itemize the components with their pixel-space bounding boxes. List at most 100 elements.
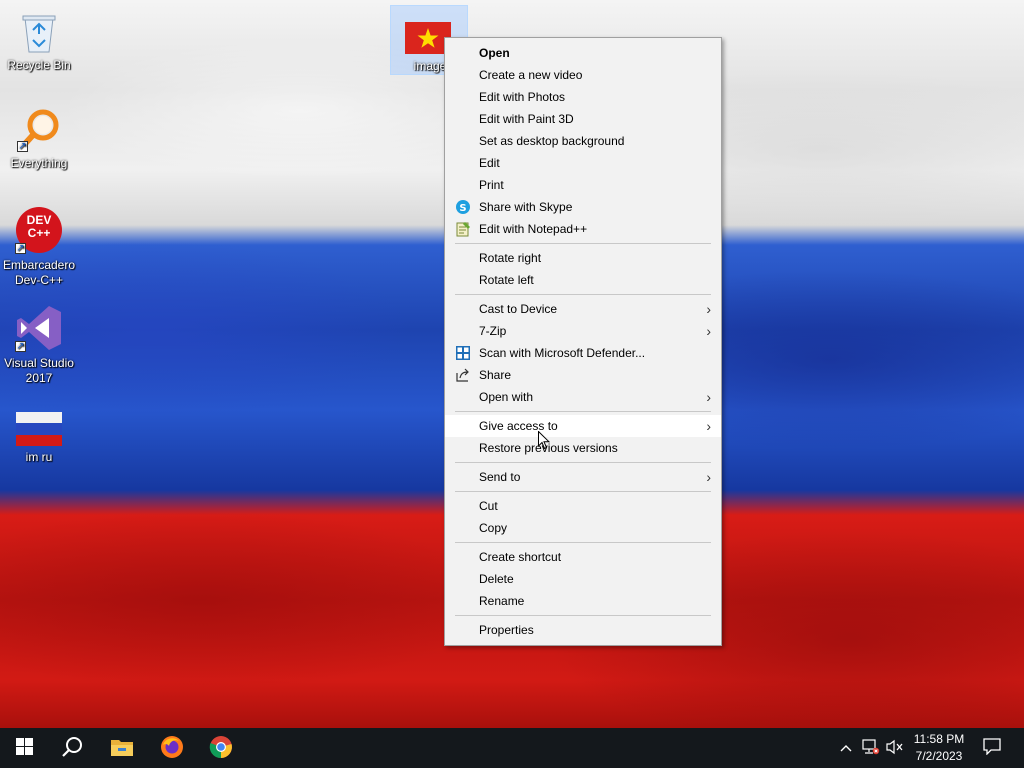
menu-item-rename[interactable]: Rename bbox=[445, 590, 721, 612]
menu-item-share[interactable]: Share bbox=[445, 364, 721, 386]
desktop-icon-label: Visual Studio 2017 bbox=[4, 356, 74, 385]
desktop-icon-label: Embarcadero Dev-C++ bbox=[2, 258, 76, 287]
clock-date: 7/2/2023 bbox=[915, 749, 963, 763]
menu-item-7zip[interactable]: 7-Zip › bbox=[445, 320, 721, 342]
network-icon bbox=[862, 738, 880, 758]
menu-item-edit-with-paint-3d[interactable]: Edit with Paint 3D bbox=[445, 108, 721, 130]
menu-item-label: Scan with Microsoft Defender... bbox=[479, 346, 646, 360]
desktop-icon-visual-studio[interactable]: ↗ Visual Studio 2017 bbox=[0, 304, 78, 386]
menu-item-label: Cut bbox=[479, 499, 498, 513]
menu-item-edit-with-notepadpp[interactable]: Edit with Notepad++ bbox=[445, 218, 721, 240]
menu-item-label: Rotate right bbox=[479, 251, 542, 265]
menu-item-edit[interactable]: Edit bbox=[445, 152, 721, 174]
desktop-icon-recycle-bin[interactable]: Recycle Bin bbox=[0, 10, 78, 73]
taskbar-clock[interactable]: 11:58 PM 7/2/2023 bbox=[908, 731, 970, 765]
menu-item-restore-previous-versions[interactable]: Restore previous versions bbox=[445, 437, 721, 459]
devcpp-icon: DEV C++ ↗ bbox=[15, 206, 63, 254]
notification-icon bbox=[983, 738, 1001, 758]
menu-separator bbox=[455, 615, 711, 616]
taskbar-firefox[interactable] bbox=[148, 728, 196, 768]
menu-item-create-shortcut[interactable]: Create shortcut bbox=[445, 546, 721, 568]
network-button[interactable] bbox=[860, 728, 882, 768]
shortcut-arrow-icon: ↗ bbox=[15, 341, 26, 352]
menu-item-label: Open with bbox=[479, 390, 534, 404]
menu-item-set-desktop-background[interactable]: Set as desktop background bbox=[445, 130, 721, 152]
menu-item-label: Share bbox=[479, 368, 512, 382]
menu-item-send-to[interactable]: Send to › bbox=[445, 466, 721, 488]
menu-item-label: Send to bbox=[479, 470, 521, 484]
context-menu: Open Create a new video Edit with Photos… bbox=[444, 37, 722, 646]
taskbar: 11:58 PM 7/2/2023 bbox=[0, 728, 1024, 768]
desktop-icon-everything[interactable]: ↗ Everything bbox=[0, 108, 78, 171]
chevron-right-icon: › bbox=[706, 469, 711, 485]
menu-item-label: Open bbox=[479, 46, 510, 60]
menu-item-label: Create a new video bbox=[479, 68, 583, 82]
menu-item-cut[interactable]: Cut bbox=[445, 495, 721, 517]
menu-item-delete[interactable]: Delete bbox=[445, 568, 721, 590]
desktop-icon-im-ru[interactable]: im ru bbox=[0, 412, 78, 465]
menu-item-open-with[interactable]: Open with › bbox=[445, 386, 721, 408]
shortcut-arrow-icon: ↗ bbox=[15, 243, 26, 254]
menu-item-label: Set as desktop background bbox=[479, 134, 625, 148]
chevron-right-icon: › bbox=[706, 323, 711, 339]
chevron-right-icon: › bbox=[706, 418, 711, 434]
devcpp-icon-text: DEV C++ bbox=[26, 213, 52, 240]
firefox-icon bbox=[160, 735, 184, 762]
notepadpp-icon bbox=[455, 221, 471, 237]
menu-item-create-new-video[interactable]: Create a new video bbox=[445, 64, 721, 86]
menu-separator bbox=[455, 542, 711, 543]
menu-item-scan-with-defender[interactable]: Scan with Microsoft Defender... bbox=[445, 342, 721, 364]
start-icon bbox=[15, 738, 33, 758]
volume-muted-icon bbox=[886, 739, 904, 758]
clock-time: 11:58 PM bbox=[913, 732, 965, 746]
menu-item-rotate-right[interactable]: Rotate right bbox=[445, 247, 721, 269]
start-button[interactable] bbox=[0, 728, 48, 768]
menu-item-label: Rotate left bbox=[479, 273, 534, 287]
shortcut-arrow-icon: ↗ bbox=[17, 141, 28, 152]
search-icon bbox=[61, 736, 83, 761]
defender-icon bbox=[455, 345, 471, 361]
menu-item-open[interactable]: Open bbox=[445, 42, 721, 64]
desktop[interactable]: Recycle Bin ↗ Everything DEV C++ ↗ Embar… bbox=[0, 0, 1024, 728]
share-icon bbox=[455, 367, 471, 383]
menu-separator bbox=[455, 294, 711, 295]
menu-item-label: Edit with Paint 3D bbox=[479, 112, 574, 126]
chevron-up-icon bbox=[840, 741, 852, 755]
desktop-icon-label: im ru bbox=[25, 450, 53, 464]
chevron-right-icon: › bbox=[706, 389, 711, 405]
menu-item-give-access-to[interactable]: Give access to › bbox=[445, 415, 721, 437]
chrome-icon bbox=[209, 735, 233, 762]
menu-item-label: Cast to Device bbox=[479, 302, 558, 316]
menu-item-cast-to-device[interactable]: Cast to Device › bbox=[445, 298, 721, 320]
volume-button[interactable] bbox=[884, 728, 906, 768]
menu-item-label: Create shortcut bbox=[479, 550, 562, 564]
menu-item-share-with-skype[interactable]: S Share with Skype bbox=[445, 196, 721, 218]
action-center-button[interactable] bbox=[976, 728, 1008, 768]
desktop-icon-devcpp[interactable]: DEV C++ ↗ Embarcadero Dev-C++ bbox=[0, 206, 78, 288]
menu-item-print[interactable]: Print bbox=[445, 174, 721, 196]
taskbar-chrome[interactable] bbox=[197, 728, 245, 768]
tray-overflow-button[interactable] bbox=[836, 728, 856, 768]
search-button[interactable] bbox=[48, 728, 96, 768]
menu-item-edit-with-photos[interactable]: Edit with Photos bbox=[445, 86, 721, 108]
desktop-icon-label: Recycle Bin bbox=[7, 58, 71, 72]
taskbar-file-explorer[interactable] bbox=[98, 728, 146, 768]
menu-item-copy[interactable]: Copy bbox=[445, 517, 721, 539]
menu-item-label: 7-Zip bbox=[479, 324, 507, 338]
desktop-icon-label: Everything bbox=[10, 156, 68, 170]
menu-separator bbox=[455, 491, 711, 492]
menu-item-label: Edit with Photos bbox=[479, 90, 566, 104]
skype-icon: S bbox=[455, 199, 471, 215]
visual-studio-icon: ↗ bbox=[15, 304, 63, 352]
menu-separator bbox=[455, 411, 711, 412]
menu-item-label: Properties bbox=[479, 623, 534, 637]
chevron-right-icon: › bbox=[706, 301, 711, 317]
menu-item-label: Rename bbox=[479, 594, 525, 608]
menu-item-label: Edit with Notepad++ bbox=[479, 222, 588, 236]
menu-separator bbox=[455, 243, 711, 244]
menu-item-properties[interactable]: Properties bbox=[445, 619, 721, 641]
menu-item-rotate-left[interactable]: Rotate left bbox=[445, 269, 721, 291]
file-explorer-icon bbox=[110, 737, 134, 760]
mouse-cursor-icon bbox=[538, 430, 551, 450]
menu-item-label: Copy bbox=[479, 521, 508, 535]
